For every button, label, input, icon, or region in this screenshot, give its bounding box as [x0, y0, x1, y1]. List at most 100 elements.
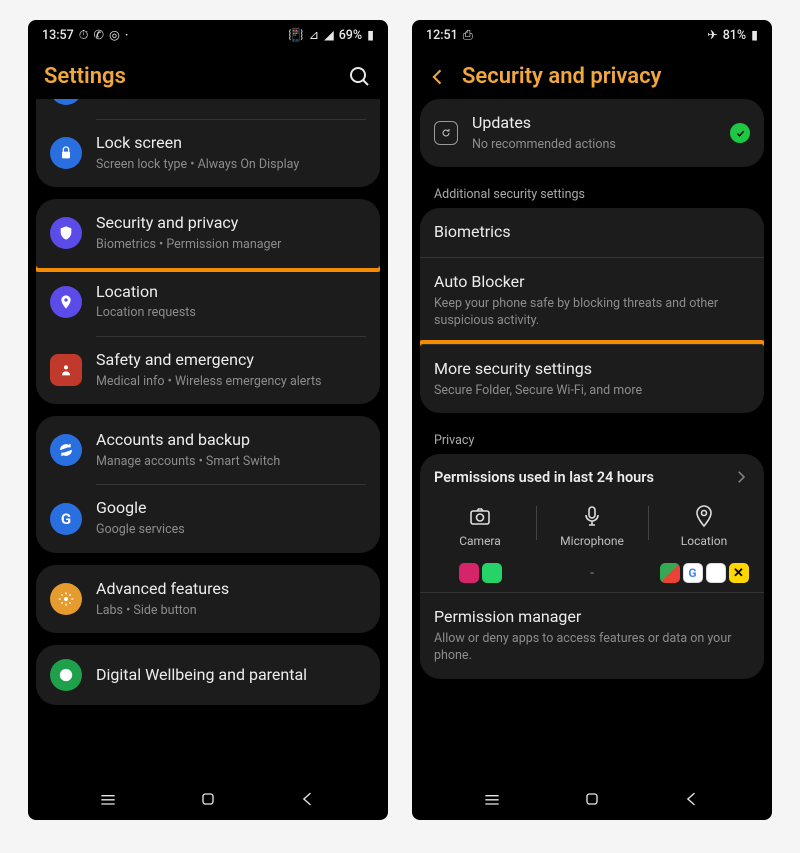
check-icon: [730, 123, 750, 143]
lock-icon: [50, 137, 82, 169]
permission-microphone[interactable]: Microphone -: [536, 504, 648, 584]
list-item-google[interactable]: G Google Google services: [36, 484, 380, 552]
list-item-title: Location: [96, 282, 366, 303]
search-icon[interactable]: [348, 65, 372, 89]
home-button[interactable]: [582, 789, 602, 809]
back-button[interactable]: [298, 789, 318, 809]
settings-list[interactable]: Layout • App icon badges Lock screen Scr…: [28, 99, 388, 778]
list-item-sub: Allow or deny apps to access features or…: [434, 630, 750, 665]
status-bar: 13:57 ⏱ ✆ ◎ · 📳 ⊿ ◢ 69% ▮: [28, 20, 388, 50]
list-item-wellbeing[interactable]: Digital Wellbeing and parental: [36, 645, 380, 705]
back-icon[interactable]: [428, 67, 448, 87]
list-item-title: Biometrics: [434, 222, 750, 243]
recents-button[interactable]: [98, 789, 118, 809]
header: Settings: [28, 50, 388, 99]
list-item-lock-screen[interactable]: Lock screen Screen lock type • Always On…: [36, 119, 380, 187]
microphone-icon: [580, 504, 604, 528]
permissions-title: Permissions used in last 24 hours: [434, 469, 654, 486]
list-item-sub: Screen lock type • Always On Display: [96, 156, 366, 174]
home-icon: [50, 99, 82, 105]
list-item-title: Google: [96, 498, 366, 519]
list-item-title: Advanced features: [96, 579, 366, 600]
list-item-sub: Google services: [96, 521, 366, 539]
list-item-title: More security settings: [434, 359, 750, 380]
phone-icon: ⎙: [463, 28, 473, 43]
status-time: 12:51: [426, 28, 458, 43]
app-icon-instagram: [459, 563, 479, 583]
signal-icon: ◢: [324, 27, 334, 43]
list-item-title: Permission manager: [434, 607, 750, 628]
vibrate-icon: 📳: [288, 28, 304, 43]
privacy-card: Permissions used in last 24 hours Camera…: [420, 454, 764, 679]
permission-apps: G ✕: [660, 562, 749, 584]
list-item-location[interactable]: Location Location requests: [36, 268, 380, 336]
camera-icon: [468, 504, 492, 528]
list-item-home-screen[interactable]: Layout • App icon badges: [36, 99, 380, 119]
list-item-title: Lock screen: [96, 133, 366, 154]
app-icon-whatsapp: [482, 563, 502, 583]
recents-button[interactable]: [482, 789, 502, 809]
list-item-sub: Medical info • Wireless emergency alerts: [96, 373, 366, 391]
list-item-sub: Labs • Side button: [96, 602, 366, 620]
settings-screen: 13:57 ⏱ ✆ ◎ · 📳 ⊿ ◢ 69% ▮ Settings Layou…: [28, 20, 388, 820]
status-time: 13:57: [42, 28, 74, 43]
alarm-icon: ⏱: [79, 28, 89, 43]
permission-apps: [459, 562, 502, 584]
list-item-safety[interactable]: Safety and emergency Medical info • Wire…: [36, 336, 380, 404]
battery-text: 69%: [339, 28, 362, 43]
list-item-sub: Biometrics • Permission manager: [96, 236, 366, 254]
security-privacy-screen: 12:51 ⎙ ✈ 81% ▮ Security and privacy Upd…: [412, 20, 772, 820]
permission-camera[interactable]: Camera: [424, 504, 536, 584]
list-item-sub: Manage accounts • Smart Switch: [96, 453, 366, 471]
list-item-auto-blocker[interactable]: Auto Blocker Keep your phone safe by blo…: [420, 257, 764, 344]
whatsapp-icon: ✆: [93, 27, 103, 43]
chevron-right-icon: [732, 468, 750, 486]
refresh-icon: [434, 121, 458, 145]
back-button[interactable]: [682, 789, 702, 809]
more-icon: ·: [125, 28, 129, 43]
permissions-header[interactable]: Permissions used in last 24 hours: [420, 454, 764, 492]
home-button[interactable]: [198, 789, 218, 809]
list-item-biometrics[interactable]: Biometrics: [420, 208, 764, 257]
list-item-title: Digital Wellbeing and parental: [96, 665, 366, 686]
list-item-security-privacy[interactable]: Security and privacy Biometrics • Permis…: [36, 199, 380, 267]
permission-apps: -: [590, 562, 594, 584]
wellbeing-icon: [50, 659, 82, 691]
battery-icon: ▮: [751, 27, 758, 43]
permissions-grid: Camera Microphone - Location: [420, 492, 764, 592]
updates-title: Updates: [472, 113, 716, 134]
list-item-permission-manager[interactable]: Permission manager Allow or deny apps to…: [420, 592, 764, 679]
shield-icon: [50, 217, 82, 249]
settings-group: Layout • App icon badges Lock screen Scr…: [36, 99, 380, 187]
advanced-icon: [50, 583, 82, 615]
updates-sub: No recommended actions: [472, 136, 716, 154]
additional-security-card: Biometrics Auto Blocker Keep your phone …: [420, 208, 764, 413]
battery-icon: ▮: [367, 27, 374, 43]
list-item-title: Security and privacy: [96, 213, 366, 234]
list-item-title: Accounts and backup: [96, 430, 366, 451]
list-item-accounts[interactable]: Accounts and backup Manage accounts • Sm…: [36, 416, 380, 484]
location-pin-icon: [692, 504, 716, 528]
app-icon-google: G: [683, 563, 703, 583]
navigation-bar: [28, 778, 388, 820]
list-item-advanced[interactable]: Advanced features Labs • Side button: [36, 565, 380, 633]
wifi-icon: ⊿: [309, 27, 319, 43]
settings-group: Security and privacy Biometrics • Permis…: [36, 199, 380, 404]
content-scroll[interactable]: Updates No recommended actions Additiona…: [412, 99, 772, 778]
list-item-sub: Keep your phone safe by blocking threats…: [434, 295, 750, 330]
location-icon: [50, 286, 82, 318]
list-item-sub: Location requests: [96, 304, 366, 322]
battery-text: 81%: [723, 28, 746, 43]
section-label: Privacy: [420, 425, 764, 454]
header: Security and privacy: [412, 50, 772, 99]
airplane-icon: ✈: [707, 27, 717, 43]
permission-label: Camera: [459, 534, 501, 548]
app-icon-maps: [660, 563, 680, 583]
updates-card[interactable]: Updates No recommended actions: [420, 99, 764, 167]
list-item-title: Safety and emergency: [96, 350, 366, 371]
sync-icon: [50, 434, 82, 466]
permission-location[interactable]: Location G ✕: [648, 504, 760, 584]
list-item-more-security[interactable]: More security settings Secure Folder, Se…: [420, 344, 764, 413]
status-bar: 12:51 ⎙ ✈ 81% ▮: [412, 20, 772, 50]
navigation-bar: [412, 778, 772, 820]
